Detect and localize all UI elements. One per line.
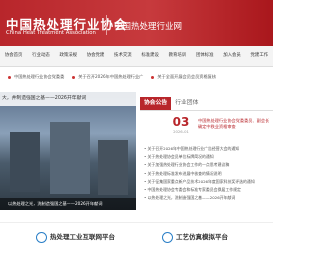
banner-image-shape <box>98 140 128 195</box>
ticker-item[interactable]: 关于召开2026年中国热处理行业广 <box>72 74 143 80</box>
site-header: 中国热处理行业协会 China Heat Treatment Associati… <box>0 0 273 46</box>
notice-tabs: 协会公告 行业团体 <box>140 97 273 111</box>
site-logo-subtitle: China Heat Treatment Association <box>6 30 96 36</box>
bullet-icon <box>151 75 155 79</box>
ticker-item[interactable]: 关于全面开展会员会员资格复核 <box>151 74 216 80</box>
main-nav: 协会首页 行业动态 政策法规 协会党建 技术交流 标准建设 教育培训 团体标准 … <box>0 46 273 67</box>
list-item[interactable]: • 以热处理之光，洗制造强国之基——2026开年献词 <box>144 194 273 202</box>
list-item[interactable]: • 关于热处理协会员单位标牌简况的通知 <box>144 153 273 161</box>
banner-carousel[interactable]: 大，井制造强国之基——2026开年献词 以热处理之光，洗制造强国之基——2026… <box>0 92 136 210</box>
banner-image-shape <box>10 132 40 192</box>
site-slogan: 中国热处理行业网 <box>114 22 183 32</box>
nav-item-group-standards[interactable]: 团体标准 <box>191 46 218 66</box>
tab-industry-groups[interactable]: 行业团体 <box>171 97 202 110</box>
featured-title[interactable]: 中国热处理行业协会党委委员、副会长确定中秩业资格审查 <box>198 118 273 130</box>
platform-links: 热处理工业互联网平台 工艺仿真模拟平台 <box>0 222 273 253</box>
news-ticker: 中国热处理行业协会党委委 关于召开2026年中国热处理行业广 关于全面开展会员会… <box>0 69 273 85</box>
nav-item-party-work[interactable]: 党建工作 <box>246 46 273 66</box>
platform-icon <box>36 231 47 243</box>
list-item[interactable]: • 关于热处理标准发布进展中核查的情况说明 <box>144 170 273 178</box>
nav-item-party[interactable]: 协会党建 <box>82 46 109 66</box>
date-day: 03 <box>172 115 190 129</box>
platform-link-simulation[interactable]: 工艺仿真模拟平台 <box>162 231 228 243</box>
ticker-item[interactable]: 中国热处理行业协会党委委 <box>8 74 64 80</box>
simulation-icon <box>162 231 173 243</box>
bullet-icon <box>72 75 76 79</box>
nav-item-tech[interactable]: 技术交流 <box>109 46 136 66</box>
nav-item-training[interactable]: 教育培训 <box>164 46 191 66</box>
featured-notice[interactable]: 03 2026-01 中国热处理行业协会党委委员、副会长确定中秩业资格审查 <box>140 115 273 139</box>
date-box: 03 2026-01 <box>168 115 194 137</box>
list-item[interactable]: • 中国热处理协会专委会和标准专家委员会换届工作规定 <box>144 186 273 194</box>
banner-caption-bottom[interactable]: 以热处理之光，洗制造强国之基——2026开年献词 <box>0 198 136 210</box>
nav-item-join[interactable]: 加入会员 <box>218 46 245 66</box>
date-year-month: 2026-01 <box>173 129 189 134</box>
list-item[interactable]: • 关于加强热处理行业协会工作的一点思考建议稿 <box>144 161 273 169</box>
nav-item-industry-news[interactable]: 行业动态 <box>27 46 54 66</box>
header-divider <box>106 15 107 35</box>
nav-item-home[interactable]: 协会首页 <box>0 46 27 66</box>
banner-image-shape <box>50 122 90 194</box>
banner-caption-top[interactable]: 大，井制造强国之基——2026开年献词 <box>0 92 136 106</box>
list-item[interactable]: • 关于召开2026年中国热处理行业广告经营大会的通知 <box>144 145 273 153</box>
platform-link-industrial-internet[interactable]: 热处理工业互联网平台 <box>36 231 115 243</box>
nav-item-policy[interactable]: 政策法规 <box>55 46 82 66</box>
list-item[interactable]: • 关于征集国家重点新产品技术2026年度国家科技奖评选的通知 <box>144 178 273 186</box>
notice-list: • 关于召开2026年中国热处理行业广告经营大会的通知 • 关于热处理协会员单位… <box>144 145 273 202</box>
nav-item-standards[interactable]: 标准建设 <box>136 46 163 66</box>
tab-association-notices[interactable]: 协会公告 <box>140 97 172 110</box>
bullet-icon <box>8 75 11 79</box>
